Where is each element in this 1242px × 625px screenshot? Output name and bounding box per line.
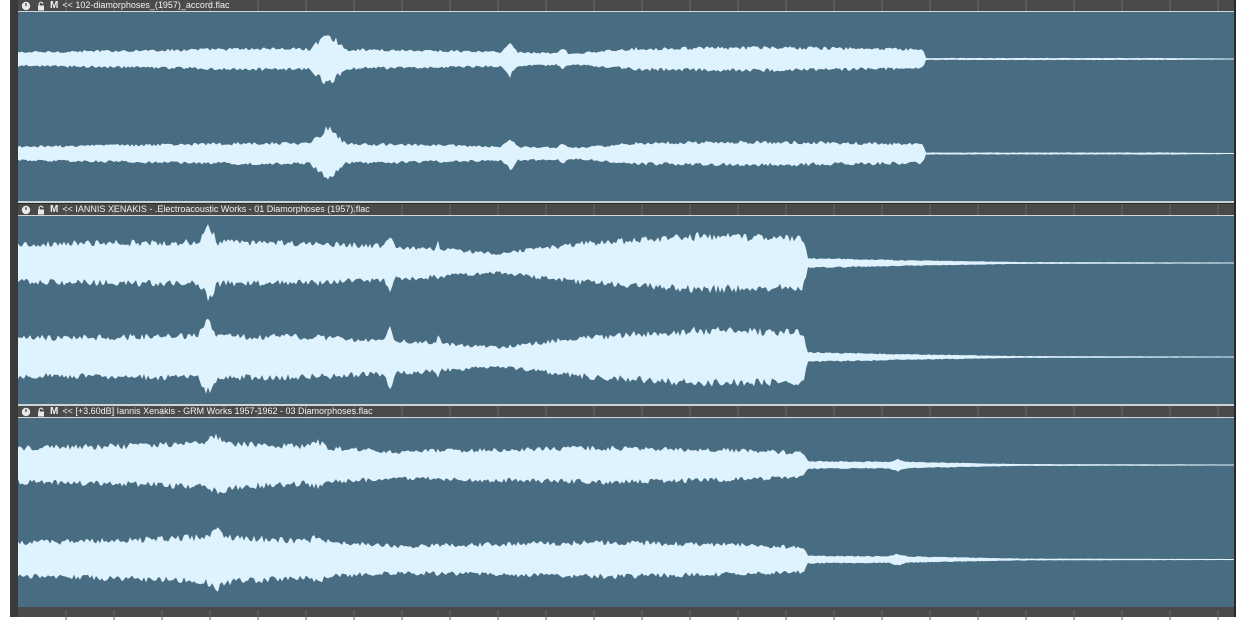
waveform-right-channel[interactable] bbox=[18, 512, 1234, 607]
clip-header[interactable]: M << 102-diamorphoses_(1957)_accord.flac bbox=[18, 0, 1234, 12]
power-icon[interactable] bbox=[21, 1, 31, 11]
clip-name: << 102-diamorphoses_(1957)_accord.flac bbox=[62, 0, 230, 10]
track-divider bbox=[18, 201, 1234, 203]
waveform-right-channel[interactable] bbox=[18, 106, 1234, 201]
waveform-right-channel[interactable] bbox=[18, 310, 1234, 404]
waveform-left-channel[interactable] bbox=[18, 12, 1234, 106]
clip-name: << IANNIS XENAKIS - .Electroacoustic Wor… bbox=[62, 204, 370, 214]
lock-icon[interactable] bbox=[36, 1, 46, 11]
waveform-left-channel[interactable] bbox=[18, 418, 1234, 512]
lock-icon[interactable] bbox=[36, 407, 46, 417]
timeline-ruler[interactable] bbox=[18, 607, 1234, 620]
arrangement-view: M << 102-diamorphoses_(1957)_accord.flac… bbox=[10, 0, 1236, 620]
clip-header[interactable]: M << [+3.60dB] Iannis Xenakis - GRM Work… bbox=[18, 406, 1234, 418]
clip-header[interactable]: M << IANNIS XENAKIS - .Electroacoustic W… bbox=[18, 204, 1234, 216]
mute-button[interactable]: M bbox=[50, 204, 58, 215]
power-icon[interactable] bbox=[21, 205, 31, 215]
mute-button[interactable]: M bbox=[50, 406, 58, 417]
power-icon[interactable] bbox=[21, 407, 31, 417]
track-lane-2[interactable]: M << IANNIS XENAKIS - .Electroacoustic W… bbox=[18, 204, 1234, 404]
track-lane-3[interactable]: M << [+3.60dB] Iannis Xenakis - GRM Work… bbox=[18, 406, 1234, 607]
track-lane-1[interactable]: M << 102-diamorphoses_(1957)_accord.flac bbox=[18, 0, 1234, 201]
mute-button[interactable]: M bbox=[50, 0, 58, 11]
waveform-left-channel[interactable] bbox=[18, 216, 1234, 310]
clip-name: << [+3.60dB] Iannis Xenakis - GRM Works … bbox=[62, 406, 373, 416]
lock-icon[interactable] bbox=[36, 205, 46, 215]
